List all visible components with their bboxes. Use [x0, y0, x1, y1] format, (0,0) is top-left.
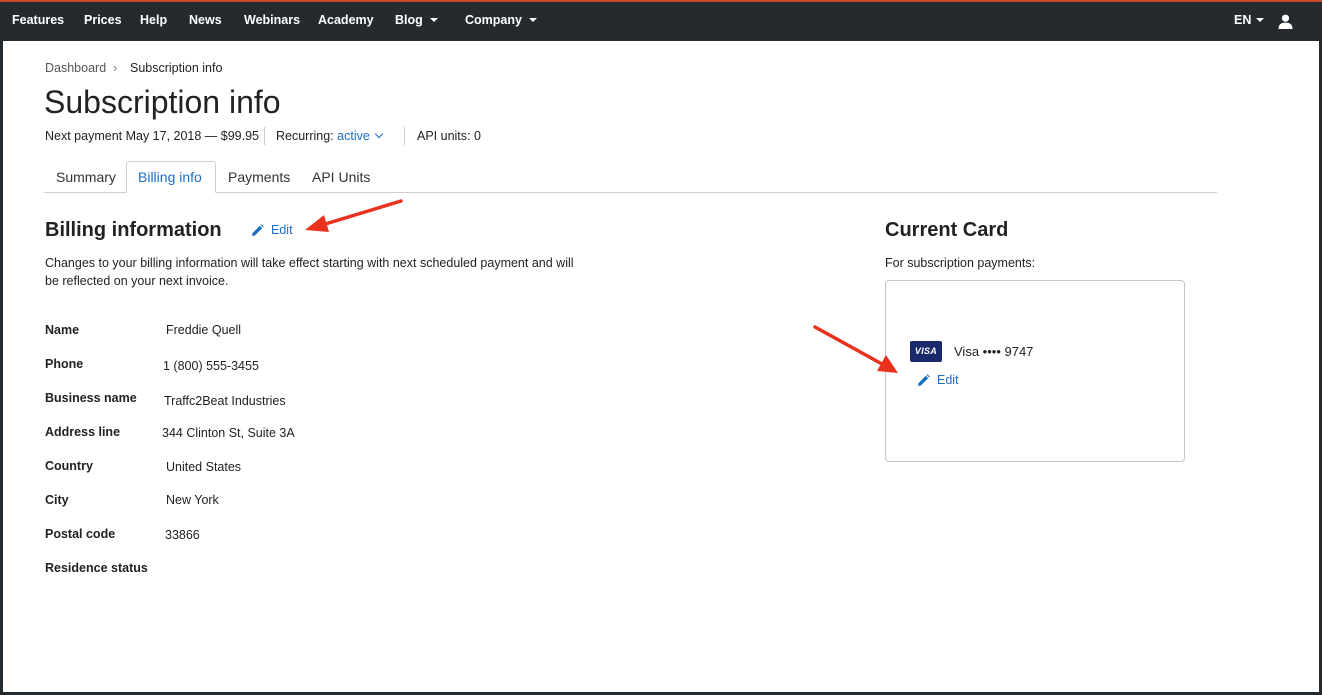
caret-down-icon — [1256, 18, 1265, 22]
divider — [404, 127, 405, 145]
divider — [264, 127, 265, 145]
visa-logo-icon: VISA — [910, 341, 942, 362]
breadcrumb-dashboard[interactable]: Dashboard — [45, 61, 106, 75]
tab-payments[interactable]: Payments — [228, 169, 290, 185]
next-payment-text: Next payment May 17, 2018 — $99.95 — [45, 129, 260, 143]
field-value-business-name: Traffc2Beat Industries — [164, 394, 286, 408]
field-value-phone: 1 (800) 555-3455 — [163, 359, 259, 373]
nav-prices[interactable]: Prices — [84, 13, 122, 27]
nav-features[interactable]: Features — [12, 13, 64, 27]
billing-edit-label: Edit — [271, 223, 293, 237]
pencil-icon — [252, 224, 264, 236]
field-value-address: 344 Clinton St, Suite 3A — [162, 426, 295, 440]
pencil-icon — [918, 374, 930, 386]
field-value-city: New York — [166, 493, 219, 507]
field-label-address: Address line — [45, 425, 121, 439]
field-value-name: Freddie Quell — [166, 323, 242, 337]
card-description: Visa •••• 9747 — [954, 344, 1034, 359]
field-label-name: Name — [45, 323, 80, 337]
language-selector[interactable]: EN — [1234, 13, 1265, 27]
field-value-postal-code: 33866 — [165, 528, 200, 542]
tab-api-units[interactable]: API Units — [312, 169, 370, 185]
field-label-country: Country — [45, 459, 93, 473]
nav-news[interactable]: News — [189, 13, 222, 27]
nav-blog[interactable]: Blog — [395, 13, 438, 27]
nav-blog-label: Blog — [395, 13, 423, 27]
top-nav-bar: Features Prices Help News Webinars Acade… — [0, 0, 1322, 41]
window-frame-left — [0, 41, 3, 695]
field-label-postal-code: Postal code — [45, 527, 116, 541]
current-card-heading: Current Card — [885, 219, 1009, 241]
recurring-label: Recurring: — [276, 129, 334, 143]
field-value-country: United States — [166, 460, 242, 474]
chevron-down-icon — [374, 129, 384, 139]
recurring-status: Recurring: active — [276, 129, 384, 143]
chevron-right-icon: › — [113, 60, 118, 75]
api-units-text: API units: 0 — [417, 129, 481, 143]
tab-summary[interactable]: Summary — [56, 169, 116, 185]
recurring-dropdown[interactable]: active — [337, 129, 384, 143]
tab-billing-info[interactable]: Billing info — [138, 169, 202, 185]
field-label-business-name: Business name — [45, 391, 137, 405]
caret-down-icon — [429, 18, 438, 22]
nav-company-label: Company — [465, 13, 522, 27]
billing-info-heading: Billing information — [45, 219, 222, 241]
user-icon[interactable] — [1278, 14, 1293, 29]
page-title: Subscription info — [44, 84, 281, 120]
tabs-divider — [44, 192, 1217, 193]
billing-description: Changes to your billing information will… — [45, 256, 574, 288]
field-label-residence-status: Residence status — [45, 561, 148, 575]
nav-academy[interactable]: Academy — [318, 13, 374, 27]
language-label: EN — [1234, 13, 1252, 27]
card-panel — [885, 280, 1185, 462]
card-edit-label: Edit — [937, 373, 959, 387]
recurring-value: active — [337, 129, 370, 143]
card-subtitle: For subscription payments: — [885, 256, 1036, 270]
caret-down-icon — [528, 18, 537, 22]
field-label-phone: Phone — [45, 357, 84, 371]
nav-webinars[interactable]: Webinars — [244, 13, 300, 27]
nav-help[interactable]: Help — [140, 13, 167, 27]
field-label-city: City — [45, 493, 69, 507]
annotation-arrow-icon — [305, 199, 403, 232]
card-edit-link[interactable]: Edit — [917, 373, 959, 387]
breadcrumb-current: Subscription info — [130, 61, 223, 75]
nav-company[interactable]: Company — [465, 13, 537, 27]
billing-edit-link[interactable]: Edit — [251, 223, 293, 237]
